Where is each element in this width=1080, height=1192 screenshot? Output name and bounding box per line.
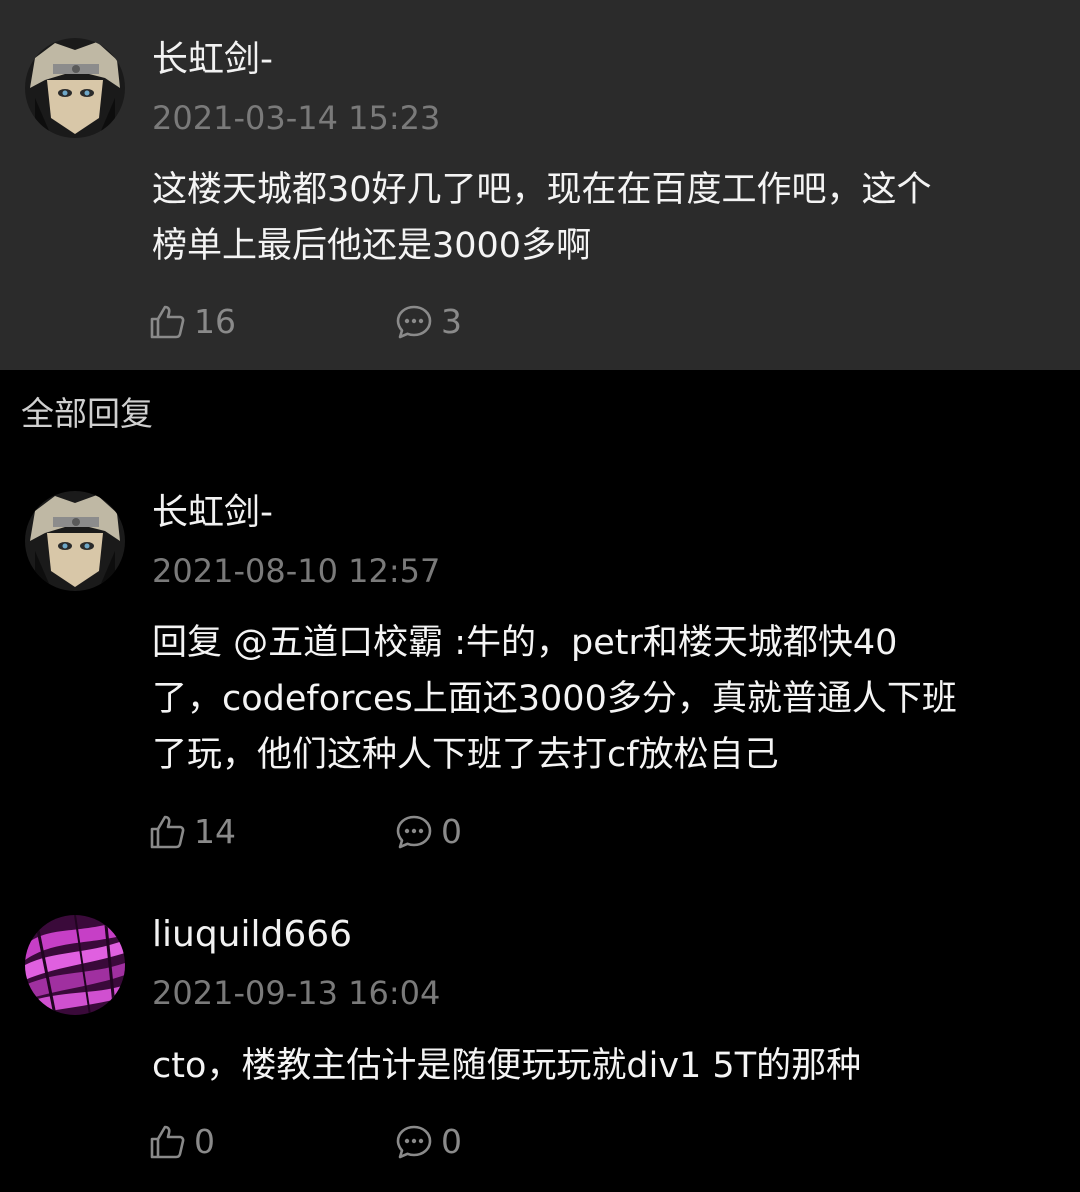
like-button[interactable]: 14 <box>148 810 236 854</box>
thumbs-up-icon <box>150 1125 185 1159</box>
like-button[interactable]: 0 <box>148 1120 215 1164</box>
avatar[interactable] <box>25 491 125 591</box>
reply-button[interactable]: 0 <box>395 1120 462 1164</box>
comment-text: 这楼天城都30好几了吧，现在在百度工作吧，这个 榜单上最后他还是3000多啊 <box>152 162 1062 274</box>
purple-abstract-avatar-icon <box>25 915 125 1015</box>
timestamp: 2021-09-13 16:04 <box>152 974 441 1012</box>
reply-count: 3 <box>441 302 462 341</box>
comment-text-line: 了玩，他们这种人下班了去打cf放松自己 <box>152 735 779 775</box>
comment-text-line: cto，楼教主估计是随便玩玩就div1 5T的那种 <box>152 1046 862 1086</box>
like-count: 16 <box>194 302 236 341</box>
reply-count: 0 <box>441 1122 462 1161</box>
reply-button[interactable]: 0 <box>395 810 462 854</box>
reply-button[interactable]: 3 <box>395 300 462 344</box>
timestamp: 2021-03-14 15:23 <box>152 99 441 137</box>
comment-bubble-icon <box>396 305 432 339</box>
all-replies-label: 全部回复 <box>21 394 153 433</box>
comment-text: 回复 @五道口校霸 :牛的，petr和楼天城都快40 了，codeforces上… <box>152 615 1062 783</box>
comment-text-line: 了，codeforces上面还3000多分，真就普通人下班 <box>152 679 957 719</box>
timestamp: 2021-08-10 12:57 <box>152 552 441 590</box>
avatar[interactable] <box>25 915 125 1015</box>
comment-bubble-icon <box>396 815 432 849</box>
like-count: 0 <box>194 1122 215 1161</box>
reply-count: 0 <box>441 812 462 851</box>
avatar[interactable] <box>25 38 125 138</box>
comment-text-line: 回复 @五道口校霸 :牛的，petr和楼天城都快40 <box>152 623 898 663</box>
anime-avatar-icon <box>25 491 125 591</box>
username[interactable]: 长虹剑- <box>152 38 273 82</box>
comment-text: cto，楼教主估计是随便玩玩就div1 5T的那种 <box>152 1038 1062 1094</box>
like-count: 14 <box>194 812 236 851</box>
thumbs-up-icon <box>150 815 185 849</box>
comment-bubble-icon <box>396 1125 432 1159</box>
comment-text-line: 榜单上最后他还是3000多啊 <box>152 226 592 266</box>
like-button[interactable]: 16 <box>148 300 236 344</box>
thumbs-up-icon <box>150 305 185 339</box>
username[interactable]: liuquild666 <box>152 913 352 957</box>
comment-text-line: 这楼天城都30好几了吧，现在在百度工作吧，这个 <box>152 170 932 210</box>
anime-avatar-icon <box>25 38 125 138</box>
username[interactable]: 长虹剑- <box>152 491 273 535</box>
